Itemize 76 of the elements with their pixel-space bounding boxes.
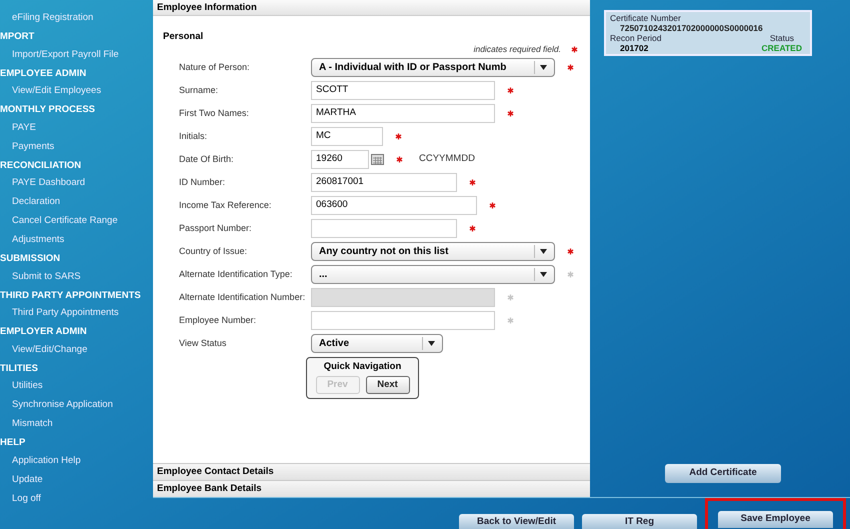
input-field[interactable]: 260817001 [311,173,457,192]
field-label: Date Of Birth: [178,152,235,166]
field-label: Surname: [178,84,220,97]
status-label: Status [770,33,795,43]
footer-button[interactable]: IT Reg [582,514,697,529]
certificate-number: 7250710243201702000000S0000016 [619,23,764,33]
menu-heading: EMPLOYEE ADMIN [0,66,88,80]
footer-button[interactable]: Save Employee [718,510,833,528]
menu-heading: SUBMISSION [0,252,62,266]
collapsed-section-header[interactable]: Employee Contact Details [153,463,590,480]
collapsed-section-header[interactable]: Employee Bank Details [153,480,590,497]
input-field[interactable]: 19260 [311,150,369,169]
menu-item[interactable]: Third Party Appointments [0,304,153,323]
input-field[interactable]: 063600 [311,196,477,215]
input-field[interactable]: SCOTT [311,81,495,100]
quick-navigation-title: Quick Navigation [324,360,402,374]
menu-item[interactable]: Payments [0,138,153,156]
field-label: Nature of Person: [178,60,251,74]
nav-button[interactable]: Next [366,376,410,394]
required-note: indicates required field. [474,43,561,56]
input-field[interactable] [311,219,457,238]
dropdown[interactable]: Active [311,334,443,353]
field-label: Initials: [178,130,208,143]
menu-item[interactable]: Synchronise Application [0,396,153,415]
input-field[interactable]: MARTHA [311,104,495,123]
caret-icon [428,341,435,346]
menu-item[interactable]: Application Help [0,452,153,470]
menu-item[interactable]: Update [0,470,153,490]
format-hint: CCYYMMDD [419,152,475,166]
input-field[interactable]: MC [311,127,383,146]
menu-heading: THIRD PARTY APPOINTMENTS [0,288,142,302]
menu-heading: HELP [0,436,26,450]
footer-button[interactable]: Back to View/Edit [459,514,574,529]
caret-icon [540,65,547,70]
required-asterisk-icon [571,46,578,54]
calendar-icon[interactable] [371,154,384,165]
menu-item[interactable]: View/Edit/Change [0,340,153,360]
menu-item[interactable]: Declaration [0,193,153,212]
field-label: Passport Number: [178,222,253,235]
field-label: Country of Issue: [178,244,248,258]
menu-item[interactable]: PAYE [0,118,153,138]
menu-item[interactable]: PAYE Dashboard [0,174,153,193]
field-label: View Status [178,336,228,350]
menu-item[interactable]: Import/Export Payroll File [0,46,153,64]
dropdown[interactable]: Any country not on this list [311,242,555,261]
menu-item[interactable]: Mismatch [0,415,153,434]
menu-item[interactable]: Utilities [0,377,153,396]
menu-item[interactable]: Adjustments [0,231,153,250]
caret-icon [540,249,547,254]
dropdown[interactable]: ... [311,265,555,284]
status-value: CREATED [762,43,803,53]
recon-period: 201702 [619,43,648,53]
field-label: First Two Names: [178,106,250,120]
input-field[interactable] [311,311,495,330]
certificate-number-label: Certificate Number [610,13,682,23]
caret-icon [540,272,547,277]
field-label: Employee Number: [178,314,258,327]
add-certificate-button[interactable]: Add Certificate [665,464,781,483]
menu-heading: MPORT [0,30,36,44]
menu-item[interactable]: View/Edit Employees [0,82,153,101]
menu-item[interactable]: Submit to SARS [0,268,153,286]
menu-item[interactable]: eFiling Registration [0,9,153,28]
panel-header: Employee Information [153,0,590,16]
menu-heading: RECONCILIATION [0,158,82,172]
field-label: Alternate Identification Type: [178,268,294,281]
menu-heading: EMPLOYER ADMIN [0,325,88,339]
field-label: Alternate Identification Number: [178,290,306,304]
section-title: Personal [162,30,204,44]
dropdown[interactable]: A - Individual with ID or Passport Numb [311,58,555,77]
field-label: Income Tax Reference: [178,198,272,212]
recon-period-label: Recon Period [610,33,662,43]
menu-heading: MONTHLY PROCESS [0,103,96,117]
menu-item[interactable]: Cancel Certificate Range [0,212,153,231]
field-label: ID Number: [178,176,226,189]
menu-heading: TILITIES [0,362,39,376]
menu-item[interactable]: Log off [0,490,153,508]
